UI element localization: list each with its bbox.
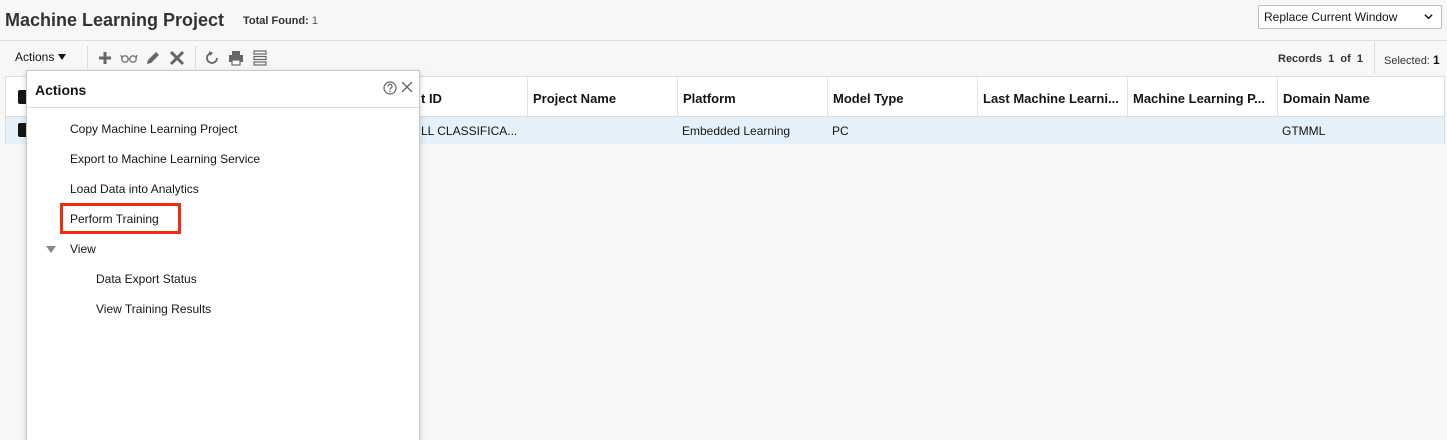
glasses-icon[interactable] bbox=[120, 49, 138, 67]
column-header-project-id[interactable]: t ID bbox=[416, 77, 527, 117]
menu-item-load-data-analytics[interactable]: Load Data into Analytics bbox=[70, 182, 199, 196]
help-icon[interactable] bbox=[383, 81, 397, 95]
records-counter: Records 1 of 1 bbox=[1278, 53, 1363, 65]
column-header-ml-p[interactable]: Machine Learning P... bbox=[1127, 77, 1277, 117]
pencil-icon[interactable] bbox=[144, 49, 162, 67]
selected-value: 1 bbox=[1432, 53, 1440, 67]
actions-popup-title: Actions bbox=[35, 82, 87, 98]
selected-counter: Selected: 1 bbox=[1384, 53, 1440, 67]
column-header-project-name[interactable]: Project Name bbox=[527, 77, 677, 117]
menu-item-perform-training[interactable]: Perform Training bbox=[70, 212, 159, 226]
actions-menu-button[interactable]: Actions bbox=[15, 50, 67, 64]
records-total: 1 bbox=[1356, 53, 1364, 65]
cell-project-id[interactable]: LL CLASSIFICA... bbox=[416, 117, 527, 144]
cell-ml-p bbox=[1127, 117, 1277, 144]
menu-item-view-training-results[interactable]: View Training Results bbox=[96, 302, 211, 316]
refresh-icon[interactable] bbox=[203, 49, 221, 67]
total-found-value: 1 bbox=[311, 15, 318, 27]
toolbar-divider bbox=[1374, 42, 1375, 74]
toolbar-divider bbox=[87, 46, 88, 68]
records-of: of bbox=[1340, 53, 1351, 65]
chevron-down-icon bbox=[1424, 14, 1433, 20]
print-icon[interactable] bbox=[227, 49, 245, 67]
toolbar-divider bbox=[195, 46, 196, 68]
page-header: Machine Learning Project Total Found: 1 … bbox=[0, 0, 1447, 41]
column-header-model-type[interactable]: Model Type bbox=[827, 77, 977, 117]
list-view-icon[interactable] bbox=[251, 49, 269, 67]
close-icon[interactable] bbox=[401, 81, 413, 93]
delete-x-icon[interactable] bbox=[168, 49, 186, 67]
window-mode-value: Replace Current Window bbox=[1264, 10, 1398, 24]
cell-last-ml bbox=[977, 117, 1127, 144]
actions-menu-label: Actions bbox=[15, 50, 55, 64]
cell-project-name bbox=[527, 117, 677, 144]
cell-domain-name: GTMML bbox=[1282, 124, 1326, 138]
window-mode-select[interactable]: Replace Current Window bbox=[1258, 5, 1442, 29]
total-found-label: Total Found: bbox=[243, 15, 309, 27]
selected-label: Selected: bbox=[1384, 55, 1430, 67]
records-current: 1 bbox=[1328, 53, 1335, 65]
page: Machine Learning Project Total Found: 1 … bbox=[0, 0, 1447, 440]
caret-down-icon bbox=[58, 54, 67, 60]
records-label: Records bbox=[1278, 53, 1323, 65]
menu-item-data-export-status[interactable]: Data Export Status bbox=[96, 272, 197, 286]
page-title: Machine Learning Project bbox=[5, 10, 225, 30]
column-header-platform[interactable]: Platform bbox=[677, 77, 827, 117]
menu-item-view[interactable]: View bbox=[70, 242, 96, 256]
triangle-down-icon[interactable] bbox=[46, 246, 56, 253]
cell-platform: Embedded Learning bbox=[682, 124, 791, 138]
menu-item-copy-project[interactable]: Copy Machine Learning Project bbox=[70, 122, 237, 136]
menu-item-export-ml-service[interactable]: Export to Machine Learning Service bbox=[70, 152, 260, 166]
popup-divider bbox=[27, 107, 419, 108]
column-header-domain-name[interactable]: Domain Name bbox=[1277, 77, 1445, 117]
actions-popup: Actions Copy Machine Learning Project Ex… bbox=[26, 70, 420, 440]
plus-icon[interactable] bbox=[96, 49, 114, 67]
column-header-last-ml[interactable]: Last Machine Learni... bbox=[977, 77, 1127, 117]
cell-model-type: PC bbox=[832, 124, 849, 138]
total-found: Total Found: 1 bbox=[243, 15, 318, 27]
